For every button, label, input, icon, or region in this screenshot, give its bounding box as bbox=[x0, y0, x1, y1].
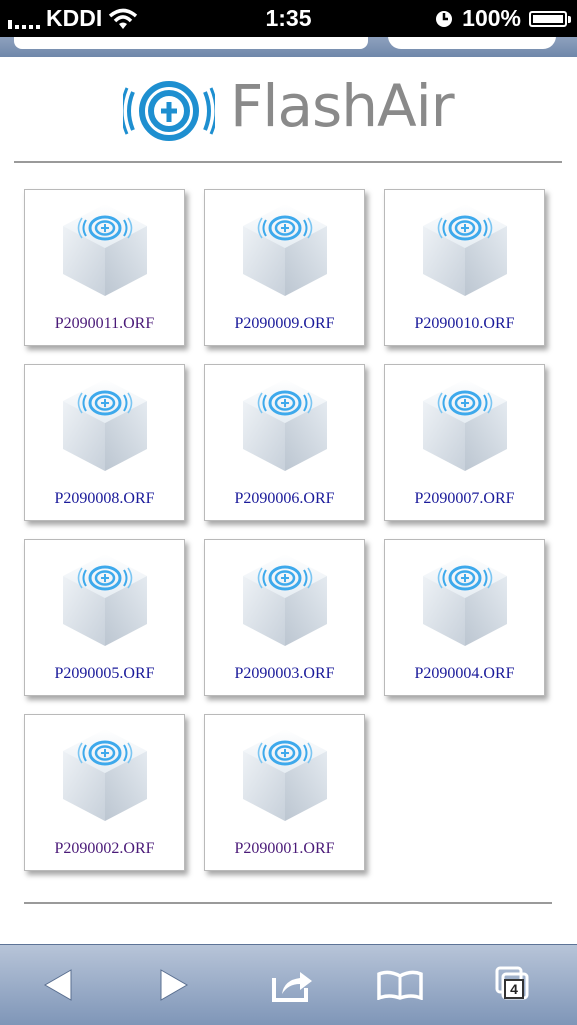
file-tile[interactable]: P2090010.ORF bbox=[384, 189, 545, 346]
file-tile[interactable]: P2090005.ORF bbox=[24, 539, 185, 696]
flashair-logo-icon bbox=[123, 81, 215, 141]
file-icon bbox=[419, 200, 511, 300]
file-tile[interactable]: P2090003.ORF bbox=[204, 539, 365, 696]
file-name-link[interactable]: P2090008.ORF bbox=[25, 490, 184, 508]
url-field[interactable] bbox=[14, 37, 368, 49]
share-icon bbox=[272, 972, 312, 1002]
file-tile[interactable]: P2090004.ORF bbox=[384, 539, 545, 696]
bookmarks-button[interactable] bbox=[376, 963, 424, 1007]
file-name-link[interactable]: P2090010.ORF bbox=[385, 315, 544, 333]
back-button[interactable] bbox=[34, 963, 82, 1007]
file-icon bbox=[239, 200, 331, 300]
file-icon bbox=[239, 550, 331, 650]
file-tile[interactable]: P2090011.ORF bbox=[24, 189, 185, 346]
divider-top bbox=[14, 161, 562, 163]
file-name-link[interactable]: P2090002.ORF bbox=[25, 840, 184, 858]
forward-button[interactable] bbox=[150, 963, 198, 1007]
file-icon bbox=[419, 550, 511, 650]
file-icon bbox=[419, 375, 511, 475]
battery-percent: 100% bbox=[462, 5, 521, 31]
file-name-link[interactable]: P2090005.ORF bbox=[25, 665, 184, 683]
file-icon bbox=[59, 550, 151, 650]
file-icon bbox=[59, 200, 151, 300]
file-tile[interactable]: P2090007.ORF bbox=[384, 364, 545, 521]
file-icon bbox=[59, 375, 151, 475]
file-name-link[interactable]: P2090003.ORF bbox=[205, 665, 364, 683]
bookmarks-icon bbox=[377, 970, 423, 1000]
browser-toolbar: 4 bbox=[0, 944, 577, 1025]
flashair-logo: FlashAir bbox=[0, 70, 577, 150]
file-tile[interactable]: P2090002.ORF bbox=[24, 714, 185, 871]
battery-group: 100% bbox=[434, 5, 571, 32]
file-name-link[interactable]: P2090004.ORF bbox=[385, 665, 544, 683]
battery-icon bbox=[529, 10, 571, 27]
divider-bottom bbox=[24, 902, 552, 904]
rotation-lock-icon bbox=[436, 10, 453, 27]
file-icon bbox=[239, 725, 331, 825]
tabs-count: 4 bbox=[504, 979, 524, 999]
file-name-link[interactable]: P2090011.ORF bbox=[25, 315, 184, 333]
file-icon bbox=[239, 375, 331, 475]
file-icon bbox=[59, 725, 151, 825]
search-field[interactable] bbox=[388, 37, 556, 49]
file-tile[interactable]: P2090009.ORF bbox=[204, 189, 365, 346]
back-icon bbox=[43, 969, 72, 1001]
file-grid: P2090011.ORF P2090009.ORF P2090010.ORF P… bbox=[24, 189, 554, 871]
address-bar bbox=[0, 37, 577, 57]
file-name-link[interactable]: P2090009.ORF bbox=[205, 315, 364, 333]
share-button[interactable] bbox=[268, 963, 316, 1007]
file-tile[interactable]: P2090006.ORF bbox=[204, 364, 365, 521]
brand-name: FlashAir bbox=[230, 72, 455, 140]
file-tile[interactable]: P2090001.ORF bbox=[204, 714, 365, 871]
file-name-link[interactable]: P2090006.ORF bbox=[205, 490, 364, 508]
file-name-link[interactable]: P2090007.ORF bbox=[385, 490, 544, 508]
tabs-button[interactable]: 4 bbox=[490, 963, 538, 1007]
forward-icon bbox=[160, 969, 189, 1001]
file-name-link[interactable]: P2090001.ORF bbox=[205, 840, 364, 858]
status-bar: KDDI 1:35 100% bbox=[0, 0, 577, 37]
file-tile[interactable]: P2090008.ORF bbox=[24, 364, 185, 521]
